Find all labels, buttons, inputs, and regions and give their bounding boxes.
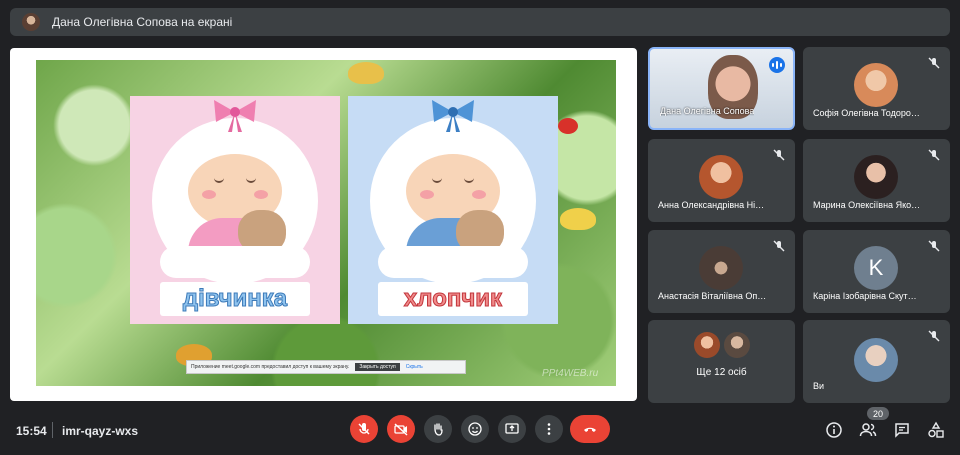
- butterfly-decoration: [348, 62, 384, 84]
- raise-hand-button[interactable]: [424, 415, 452, 443]
- ladybug-decoration: [558, 118, 578, 134]
- meeting-time: 15:54: [16, 424, 47, 438]
- participant-tile[interactable]: Софія Олегівна Тодоро…: [803, 47, 950, 130]
- butterfly-decoration: [560, 208, 596, 230]
- camera-toggle-button[interactable]: [387, 415, 415, 443]
- presenter-avatar: [22, 13, 40, 31]
- divider: [52, 422, 53, 438]
- participant-tile[interactable]: Марина Олексіївна Яко…: [803, 139, 950, 222]
- mic-off-icon: [358, 423, 370, 435]
- stop-sharing-button[interactable]: Закрыть доступ: [355, 363, 400, 371]
- participant-tile-self[interactable]: Ви: [803, 320, 950, 403]
- more-participants-label: Ще 12 осіб: [696, 367, 747, 378]
- end-call-button[interactable]: [570, 415, 610, 443]
- people-icon[interactable]: [859, 421, 877, 439]
- more-avatars: [694, 332, 750, 358]
- activities-icon[interactable]: [927, 421, 945, 439]
- participant-name: Каріна Ізобарівна Скут…: [813, 291, 917, 301]
- participant-tile[interactable]: Анастасія Віталіївна Оп…: [648, 230, 795, 313]
- participant-name: Анастасія Віталіївна Оп…: [658, 291, 767, 301]
- participant-avatar: K: [854, 246, 898, 290]
- girl-card: дівчинка: [130, 96, 340, 324]
- speaking-indicator-icon: [769, 57, 785, 73]
- boy-card: хлопчик: [348, 96, 558, 324]
- pink-bow-icon: [214, 100, 256, 132]
- meeting-code[interactable]: imr-qayz-wxs: [62, 424, 138, 438]
- mic-off-icon: [773, 149, 785, 161]
- participant-tile-presenter[interactable]: Дана Олегівна Сопова: [648, 47, 795, 130]
- slide-watermark: PPt4WEB.ru: [542, 368, 599, 379]
- mic-off-icon: [928, 149, 940, 161]
- participant-count-badge: 20: [867, 407, 889, 420]
- participant-avatar: [854, 338, 898, 382]
- girl-word: дівчинка: [160, 282, 310, 316]
- emoji-icon: [468, 422, 482, 436]
- cloud: [160, 246, 310, 278]
- participant-name: Анна Олександрівна Ні…: [658, 200, 765, 210]
- participant-name: Софія Олегівна Тодоро…: [813, 108, 920, 118]
- presenter-label: Дана Олегівна Сопова на екрані: [52, 15, 233, 29]
- more-participants-tile[interactable]: Ще 12 осіб: [648, 320, 795, 403]
- present-screen-button[interactable]: [498, 415, 526, 443]
- info-icon[interactable]: [825, 421, 843, 439]
- participant-avatar: [699, 155, 743, 199]
- participant-tile[interactable]: K Каріна Ізобарівна Скут…: [803, 230, 950, 313]
- notification-text: Приложение meet.google.com предоставил д…: [191, 364, 350, 370]
- cloud: [378, 246, 528, 278]
- end-call-icon: [584, 427, 596, 432]
- mic-off-icon: [928, 240, 940, 252]
- participant-tile[interactable]: Анна Олександрівна Ні…: [648, 139, 795, 222]
- presentation-slide: дівчинка хлопчик Приложение meet.google.…: [36, 60, 616, 386]
- more-icon: [547, 423, 551, 435]
- blue-bow-icon: [432, 100, 474, 132]
- shared-screen: дівчинка хлопчик Приложение meet.google.…: [10, 48, 637, 401]
- emoji-reaction-button[interactable]: [461, 415, 489, 443]
- participant-avatar: [724, 332, 750, 358]
- participant-name: Ви: [813, 381, 825, 391]
- participant-avatar: [854, 155, 898, 199]
- participant-avatar: [694, 332, 720, 358]
- mic-off-icon: [928, 57, 940, 69]
- participant-avatar: [699, 246, 743, 290]
- screen-share-notification: Приложение meet.google.com предоставил д…: [186, 360, 466, 374]
- participant-name: Марина Олексіївна Яко…: [813, 200, 921, 210]
- mic-toggle-button[interactable]: [350, 415, 378, 443]
- present-icon: [505, 423, 519, 434]
- raise-hand-icon: [434, 423, 443, 436]
- participant-name: Дана Олегівна Сопова: [660, 106, 755, 116]
- participant-avatar: [854, 63, 898, 107]
- presenter-banner: Дана Олегівна Сопова на екрані: [10, 8, 950, 36]
- mic-off-icon: [928, 330, 940, 342]
- mic-off-icon: [773, 240, 785, 252]
- camera-off-icon: [394, 423, 408, 436]
- more-options-button[interactable]: [535, 415, 563, 443]
- boy-word: хлопчик: [378, 282, 528, 316]
- hide-notification-link[interactable]: Скрыть: [406, 364, 423, 370]
- chat-icon[interactable]: [893, 421, 911, 439]
